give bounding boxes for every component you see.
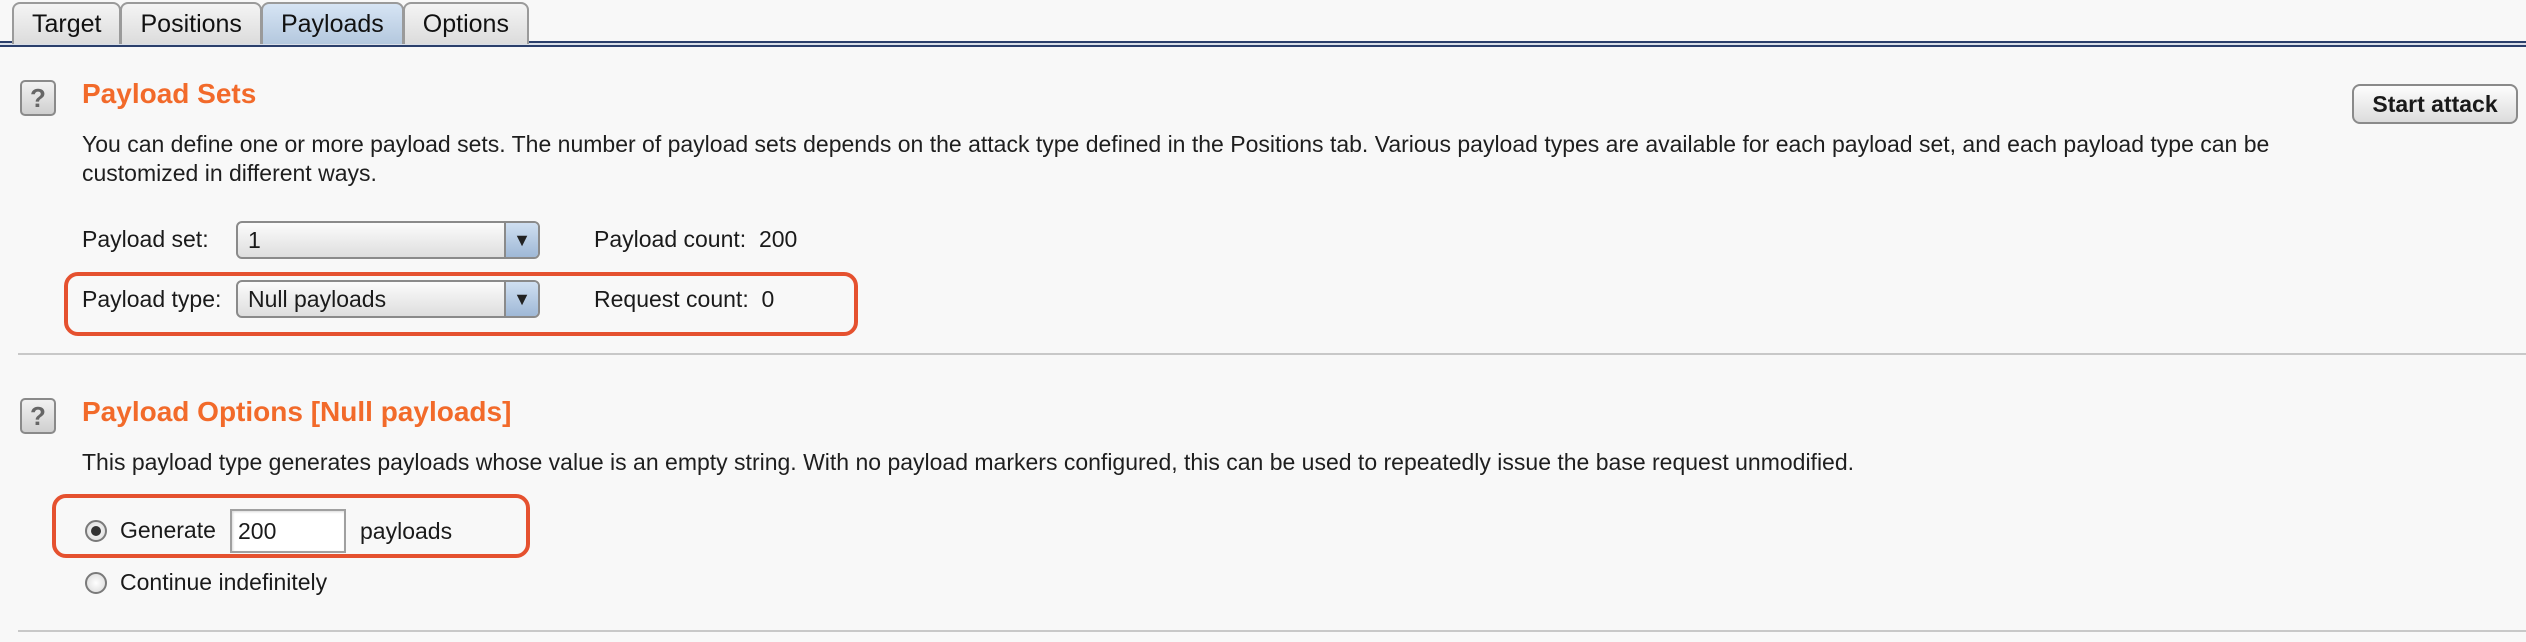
section-divider-bottom bbox=[18, 630, 2526, 632]
tab-bar: Target Positions Payloads Options bbox=[0, 0, 2526, 44]
tab-positions[interactable]: Positions bbox=[120, 2, 262, 44]
continue-indefinitely-radio[interactable] bbox=[85, 572, 107, 594]
payload-options-description: This payload type generates payloads who… bbox=[82, 449, 1855, 475]
payload-type-label: Payload type: bbox=[82, 286, 222, 312]
start-attack-button[interactable]: Start attack bbox=[2352, 84, 2518, 124]
help-icon[interactable]: ? bbox=[20, 80, 56, 116]
chevron-down-icon[interactable]: ▼ bbox=[504, 282, 538, 316]
payload-options-title: Payload Options [Null payloads] bbox=[82, 396, 512, 427]
generate-count-input[interactable]: 200 bbox=[230, 509, 346, 553]
payload-sets-description: You can define one or more payload sets.… bbox=[82, 131, 2270, 186]
generate-label: Generate bbox=[120, 517, 216, 543]
tab-payloads[interactable]: Payloads bbox=[260, 2, 404, 44]
payload-set-select[interactable]: 1 ▼ bbox=[236, 221, 540, 259]
help-icon[interactable]: ? bbox=[20, 398, 56, 434]
request-count-label: Request count: 0 bbox=[594, 286, 775, 312]
payload-type-select[interactable]: Null payloads ▼ bbox=[236, 280, 540, 318]
tab-target[interactable]: Target bbox=[12, 2, 122, 44]
section-divider bbox=[18, 353, 2526, 355]
payload-count-label: Payload count: 200 bbox=[594, 226, 798, 252]
request-count-value: 0 bbox=[761, 286, 775, 312]
payload-set-value: 1 bbox=[248, 226, 261, 253]
payload-set-label: Payload set: bbox=[82, 226, 209, 252]
payload-sets-title: Payload Sets bbox=[82, 78, 257, 109]
payload-count-value: 200 bbox=[758, 226, 798, 252]
generate-radio[interactable] bbox=[85, 520, 107, 542]
generate-suffix-label: payloads bbox=[360, 518, 453, 544]
tab-options[interactable]: Options bbox=[402, 2, 529, 44]
continue-indefinitely-label: Continue indefinitely bbox=[120, 569, 328, 595]
payload-type-value: Null payloads bbox=[248, 285, 387, 312]
radio-selected-icon bbox=[91, 526, 101, 536]
chevron-down-icon[interactable]: ▼ bbox=[504, 223, 538, 257]
